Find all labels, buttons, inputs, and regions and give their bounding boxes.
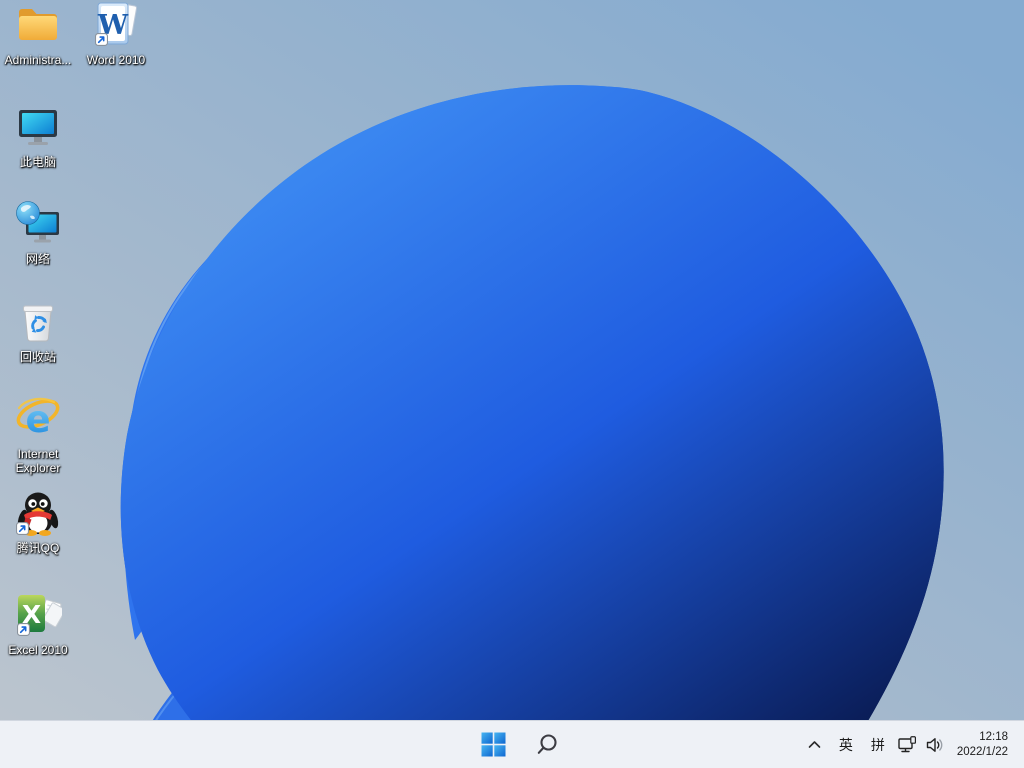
volume-tray-button[interactable] bbox=[923, 727, 949, 763]
wallpaper-bloom bbox=[0, 0, 1024, 768]
speaker-icon bbox=[927, 737, 943, 752]
desktop-icon-label: Excel 2010 bbox=[8, 643, 68, 657]
desktop-icon-label: Word 2010 bbox=[86, 53, 146, 67]
ime-mode-indicator[interactable]: 拼 bbox=[863, 727, 893, 763]
desktop-icon-tencent-qq[interactable]: 腾讯QQ bbox=[0, 488, 76, 555]
tray-clock[interactable]: 12:18 2022/1/22 bbox=[951, 730, 1014, 759]
desktop-icon-label: Internet Explorer bbox=[15, 447, 61, 475]
desktop-icon-label: 此电脑 bbox=[19, 155, 56, 169]
network-globe-monitor-icon bbox=[16, 201, 59, 243]
windows-logo-icon bbox=[481, 732, 505, 757]
recycle-bin-icon bbox=[23, 305, 53, 342]
desktop-icon-administrator[interactable]: Administra... bbox=[0, 0, 76, 67]
language-indicator[interactable]: 英 bbox=[831, 727, 861, 763]
chevron-up-icon bbox=[809, 741, 821, 748]
clock-time: 12:18 bbox=[979, 731, 1008, 743]
system-tray: 英 拼 12:18 2022/1/22 bbox=[801, 721, 1024, 768]
qq-penguin-icon bbox=[16, 492, 59, 536]
desktop-icon-label: 腾讯QQ bbox=[16, 541, 60, 555]
svg-text:e: e bbox=[25, 398, 50, 441]
desktop-icon-label: 回收站 bbox=[19, 350, 56, 364]
start-button[interactable] bbox=[474, 726, 512, 764]
desktop-icon-word-2010[interactable]: W Word 2010 bbox=[78, 0, 154, 67]
taskbar-center-group bbox=[474, 721, 566, 768]
ethernet-monitor-icon bbox=[898, 736, 916, 753]
desktop-icon-label: Administra... bbox=[4, 53, 72, 67]
search-icon bbox=[537, 733, 557, 754]
clock-date: 2022/1/22 bbox=[956, 745, 1008, 758]
ie-logo-icon: e bbox=[16, 397, 60, 441]
taskbar: 英 拼 12:18 2022/1/22 bbox=[0, 720, 1024, 768]
desktop-icon-excel-2010[interactable]: X Excel 2010 bbox=[0, 590, 76, 657]
desktop: Administra... W Word 2010 此电脑 网络 回收站 e I… bbox=[0, 0, 1024, 768]
network-tray-button[interactable] bbox=[895, 727, 921, 763]
desktop-icon-internet-explorer[interactable]: e Internet Explorer bbox=[0, 394, 76, 475]
tray-overflow-button[interactable] bbox=[801, 727, 829, 763]
desktop-icon-this-pc[interactable]: 此电脑 bbox=[0, 102, 76, 169]
desktop-icon-recycle-bin[interactable]: 回收站 bbox=[0, 297, 76, 364]
word-document-icon: W bbox=[95, 2, 138, 46]
desktop-icon-network[interactable]: 网络 bbox=[0, 199, 76, 266]
excel-workbook-icon: X bbox=[17, 595, 62, 636]
search-button[interactable] bbox=[528, 726, 566, 764]
desktop-icon-label: 网络 bbox=[25, 252, 50, 266]
folder-icon bbox=[19, 9, 57, 40]
monitor-icon bbox=[19, 110, 57, 145]
